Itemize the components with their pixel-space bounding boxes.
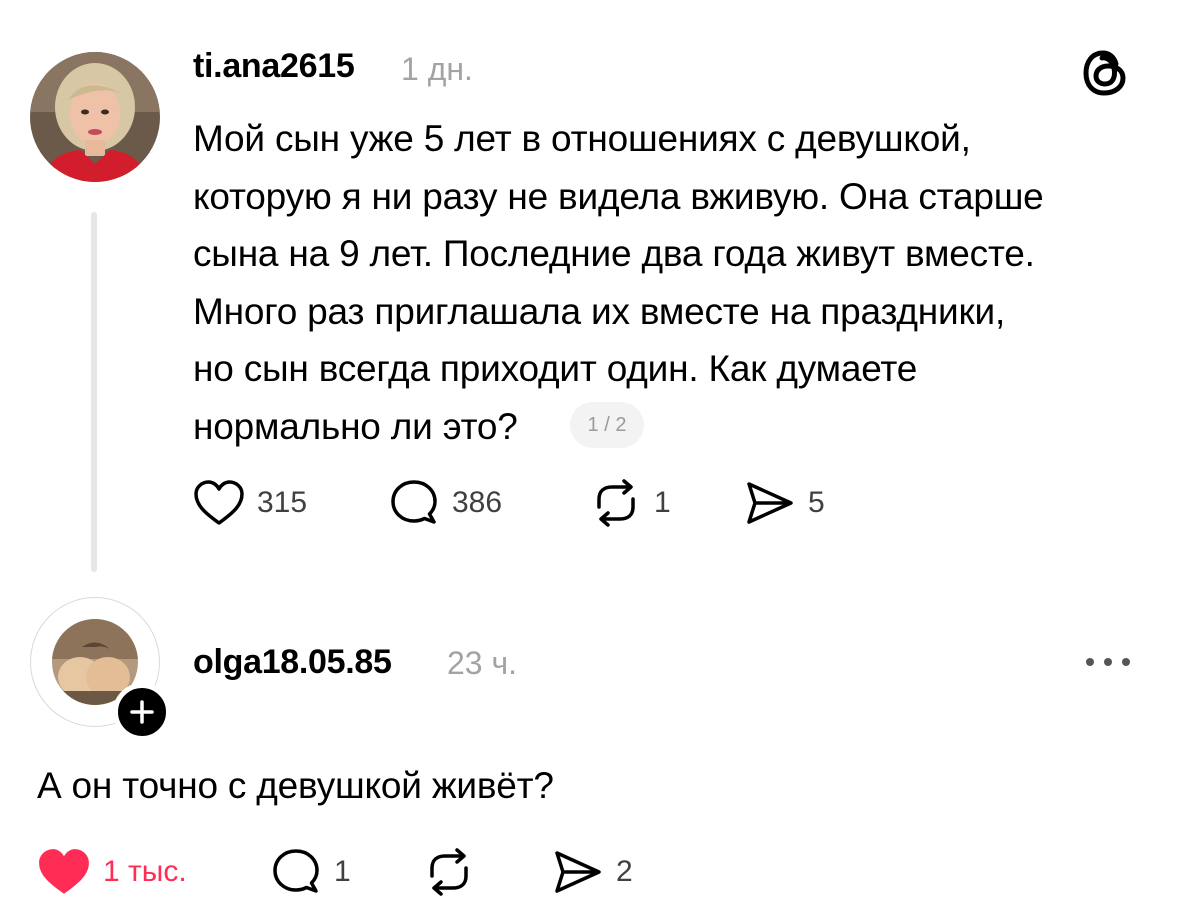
post-body: Мой сын уже 5 лет в отношениях с девушко… [193,110,1168,456]
comment-count: 386 [452,486,503,519]
reply-share-count: 2 [616,855,633,888]
more-dots-icon [1086,658,1130,666]
reply-like-button[interactable]: 1 тыс. [37,846,187,898]
comment-button[interactable]: 386 [388,477,502,529]
thread-connector-line [91,212,97,572]
repost-count: 1 [654,486,671,519]
share-count: 5 [808,486,825,519]
repost-arrows-icon [430,848,468,896]
threads-logo-icon[interactable] [1078,46,1132,100]
like-count: 315 [257,486,308,519]
post-text-line: которую я ни разу не видела вживую. Она … [193,175,1044,217]
repost-button[interactable]: 1 [590,477,671,529]
speech-bubble-icon [391,480,437,524]
reply-body: А он точно с девушкой живёт? [37,765,554,806]
speech-bubble-icon [273,849,319,893]
reply-comment-button[interactable]: 1 [270,846,351,898]
reply-comment-count: 1 [334,855,351,888]
plus-icon [130,700,154,724]
reply-repost-button[interactable] [423,846,475,898]
paper-plane-icon [555,851,601,893]
post-text-line: Мой сын уже 5 лет в отношениях с девушко… [193,118,971,159]
author-avatar-image [30,52,160,182]
post-text-line: сына на 9 лет. Последние два года живут … [193,233,1035,275]
heart-filled-icon [39,849,89,894]
paper-plane-icon [747,482,793,524]
reply-timestamp: 23 ч. [447,645,518,681]
share-button[interactable]: 5 [744,477,825,529]
follow-button[interactable] [113,683,171,741]
author-avatar[interactable] [30,52,160,182]
more-options-button[interactable] [1083,652,1133,672]
post-text-line: Много раз приглашала их вместе на праздн… [193,290,1006,332]
author-username[interactable]: ti.ana2615 [193,47,355,86]
post-text-line: нормально ли это? [193,405,518,447]
reply-author-username[interactable]: olga18.05.85 [193,643,392,682]
reply-like-count: 1 тыс. [103,855,187,888]
reply-share-button[interactable]: 2 [552,846,633,898]
repost-arrows-icon [597,479,635,527]
like-button[interactable]: 315 [193,477,307,529]
page-indicator-badge: 1 / 2 [570,402,644,448]
post-text-line: но сын всегда приходит один. Как думаете [193,348,918,390]
post-timestamp: 1 дн. [401,51,473,87]
heart-outline-icon [194,480,244,525]
